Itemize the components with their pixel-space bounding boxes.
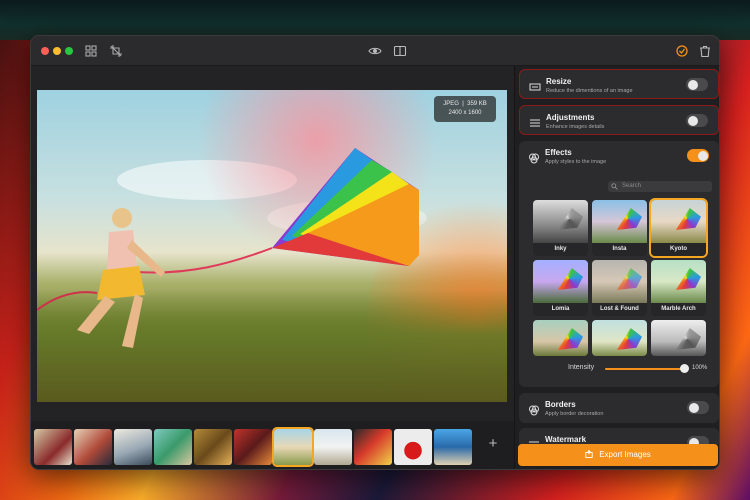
image-canvas: JPEG | 359 KB 2400 x 1600 + [31, 66, 514, 469]
borders-title: Borders [545, 400, 576, 409]
borders-icon [528, 403, 540, 416]
desktop-wallpaper [0, 0, 750, 40]
thumbnail[interactable] [354, 429, 392, 465]
settings-panel: Resize Reduce the dimentions of an image… [514, 66, 719, 469]
effect-lomia[interactable]: Lomia [533, 260, 588, 316]
effects-toggle[interactable] [687, 149, 709, 162]
title-bar [31, 36, 719, 66]
thumbnail-selected[interactable] [272, 427, 314, 467]
close-window-button[interactable] [41, 47, 49, 55]
trash-icon[interactable] [697, 43, 713, 59]
effect-label: Lomia [533, 303, 588, 316]
effect-label: Insta [592, 243, 647, 256]
effects-subtitle: Apply styles to the image [545, 159, 607, 165]
borders-card[interactable]: Borders Apply border decoration [519, 393, 719, 423]
effect-label: Lost & Found [592, 303, 647, 316]
adjustments-subtitle: Enhance images details [546, 124, 605, 130]
borders-subtitle: Apply border decoration [545, 411, 604, 417]
badge-dimensions: 2400 x 1600 [448, 110, 482, 116]
kite-tail [37, 291, 98, 311]
adjustments-title: Adjustments [546, 113, 595, 122]
effects-icon [528, 151, 540, 164]
app-window: JPEG | 359 KB 2400 x 1600 + Resize Reduc… [30, 35, 720, 470]
girl-head [112, 208, 132, 228]
resize-subtitle: Reduce the dimentions of an image [546, 88, 633, 94]
effects-title: Effects [545, 148, 572, 157]
intensity-slider[interactable] [605, 364, 689, 373]
resize-icon [529, 80, 541, 92]
effect-kyoto-selected[interactable]: Kyoto [649, 198, 708, 258]
watermark-title: Watermark [545, 435, 587, 444]
thumbnail[interactable] [434, 429, 472, 465]
crop-disabled-icon[interactable] [108, 43, 124, 59]
export-icon [585, 449, 593, 458]
grid-view-icon[interactable] [83, 43, 99, 59]
thumbnail[interactable] [74, 429, 112, 465]
adjustments-icon [529, 116, 541, 128]
effect-tile[interactable] [592, 320, 647, 356]
intensity-value: 100% [692, 365, 708, 371]
add-image-button[interactable]: + [485, 436, 501, 452]
effect-label: Inky [533, 243, 588, 256]
thumbnail[interactable] [114, 429, 152, 465]
effect-inky[interactable]: Inky [533, 200, 588, 256]
intensity-slider-knob[interactable] [679, 364, 689, 373]
thumbnail[interactable] [394, 429, 432, 465]
export-images-button[interactable]: Export Images [518, 444, 718, 466]
adjustments-card[interactable]: Adjustments Enhance images details [519, 105, 719, 135]
filmstrip: + [31, 421, 514, 469]
thumbnail[interactable] [34, 429, 72, 465]
thumbnail[interactable] [194, 429, 232, 465]
export-label: Export Images [599, 450, 651, 459]
search-icon [611, 183, 618, 190]
borders-toggle[interactable] [687, 401, 709, 414]
effect-insta[interactable]: Insta [592, 200, 647, 256]
resize-toggle[interactable] [686, 78, 708, 91]
effects-search-input[interactable]: Search [608, 181, 712, 192]
effect-tile[interactable] [533, 320, 588, 356]
compare-split-icon[interactable] [392, 43, 408, 59]
effects-card: Effects Apply styles to the image Search… [519, 141, 719, 387]
main-photo[interactable]: JPEG | 359 KB 2400 x 1600 [37, 90, 507, 402]
girl-shorts [97, 266, 145, 300]
thumbnail[interactable] [234, 429, 272, 465]
minimize-window-button[interactable] [53, 47, 61, 55]
done-check-icon[interactable] [674, 43, 690, 59]
effect-label: Marble Arch [651, 303, 706, 316]
preview-eye-icon[interactable] [367, 43, 383, 59]
thumbnail[interactable] [314, 429, 352, 465]
girl-leg [77, 296, 115, 334]
girl-leg [122, 294, 143, 348]
resize-title: Resize [546, 77, 572, 86]
image-info-badge: JPEG | 359 KB 2400 x 1600 [434, 96, 496, 122]
adjustments-toggle[interactable] [686, 114, 708, 127]
effect-label: Kyoto [651, 243, 706, 256]
intensity-slider-fill [605, 368, 684, 370]
effect-marble-arch[interactable]: Marble Arch [651, 260, 706, 316]
effect-lost-found[interactable]: Lost & Found [592, 260, 647, 316]
effect-tile[interactable] [651, 320, 706, 356]
badge-size: 359 KB [467, 101, 487, 107]
intensity-label: Intensity [568, 364, 595, 371]
zoom-window-button[interactable] [65, 47, 73, 55]
resize-card[interactable]: Resize Reduce the dimentions of an image [519, 69, 719, 99]
thumbnail[interactable] [154, 429, 192, 465]
badge-format: JPEG [443, 101, 459, 107]
photo-scene [37, 148, 419, 348]
